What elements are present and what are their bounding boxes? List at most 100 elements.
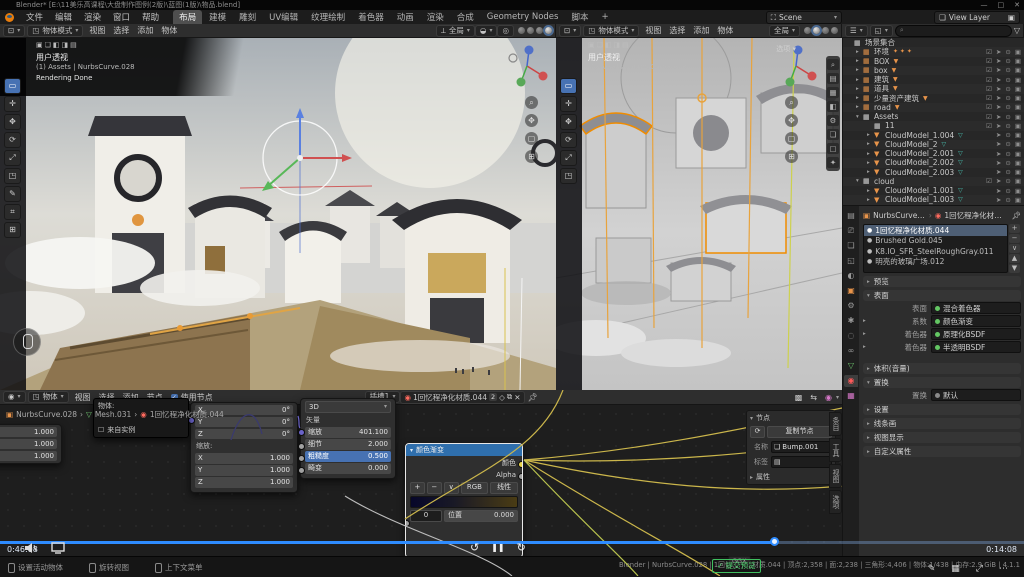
outliner-item-label[interactable]: CloudModel_2.002 (885, 158, 954, 167)
expand-arrow-icon[interactable]: ▸ (867, 188, 874, 194)
submit-preview-badge[interactable]: ✓ 提交预览 (712, 559, 761, 573)
outliner-row[interactable]: ▦ 11 ☑ ➤ ⊙ ▣ (843, 121, 1024, 130)
side-tab-icon[interactable]: ✦ (827, 157, 839, 168)
displacement-node-selector[interactable]: 默认 (931, 389, 1021, 401)
tool-button[interactable]: ✛ (560, 96, 577, 112)
tool-button[interactable]: ▭ (560, 78, 577, 94)
material-slot[interactable]: ● Brushed Gold.045 (864, 236, 1007, 247)
outliner-row[interactable]: ▸ ▦ 道具 ▼ ☑ ➤ ⊙ ▣ (843, 84, 1024, 93)
outliner-row[interactable]: ▸ ▼ CloudModel_2.001 ▽ ➤ ⊙ ▣ (843, 149, 1024, 158)
outliner-row[interactable]: ▸ ▼ CloudModel_2.003 ▽ ➤ ⊙ ▣ (843, 168, 1024, 177)
material-slot[interactable]: ● K8.IO_SFR_SteelRoughGray.011 (864, 246, 1007, 257)
properties-tab-icon[interactable]: ⚙ (844, 300, 858, 312)
pin-icon[interactable]: 📌︎ (1011, 211, 1021, 220)
outliner-item-label[interactable]: CloudModel_2.003 (885, 168, 954, 177)
n-panel-tab[interactable]: 工具 (829, 438, 842, 462)
rendered-shading-icon[interactable] (545, 27, 552, 34)
outliner-item-label[interactable]: CloudModel_2 (885, 140, 937, 149)
n-panel-tab[interactable]: 视图 (829, 464, 842, 488)
noise-field[interactable]: 粗糙度0.500 (305, 451, 391, 462)
add-stop-button[interactable]: + (410, 482, 425, 494)
noise-field[interactable]: 细节2.000 (305, 439, 391, 450)
viewport-menu-item[interactable]: 视图 (641, 25, 665, 36)
solid-shading-icon[interactable] (527, 27, 534, 34)
rendered-shading-icon[interactable] (831, 27, 838, 34)
gradient-bar[interactable] (410, 496, 518, 508)
node-name-field[interactable]: ❏ Bump.001 (771, 441, 832, 453)
player-action-icon[interactable]: ▦ (951, 564, 960, 574)
visibility-toggle-icons[interactable]: ➤ ⊙ ▣ (996, 159, 1022, 167)
side-tab-icon[interactable]: ▢ (827, 143, 839, 154)
viewport-mini-icon[interactable]: ▤ (70, 41, 77, 49)
workspace-tab[interactable]: 布局 (173, 10, 202, 24)
viewport-mini-icon[interactable]: ▣ (36, 41, 43, 49)
nav-icon[interactable]: ▢ (525, 132, 538, 145)
menu-item[interactable]: 编辑 (49, 11, 78, 23)
properties-tab-icon[interactable]: ▽ (844, 360, 858, 372)
properties-editor[interactable]: ▤⎚❏◱◐▣⚙✱◌∞▽◉▦ ▣ NurbsCurve.028 › ◉ 1回忆程净… (842, 205, 1024, 557)
shading-mode-switch[interactable] (804, 27, 838, 34)
viewport-menu-item[interactable]: 物体 (157, 25, 181, 36)
visibility-toggle-icons[interactable]: ☑ ➤ ⊙ ▣ (986, 57, 1022, 65)
visibility-toggle-icons[interactable]: ➤ ⊙ ▣ (996, 187, 1022, 195)
expand-arrow-icon[interactable]: ▸ (863, 331, 871, 337)
expand-arrow-icon[interactable]: ▸ (867, 160, 874, 166)
displacement-panel-header[interactable]: ▾置换 (863, 377, 1021, 388)
expand-arrow-icon[interactable]: ▾ (856, 178, 863, 184)
outliner-item-label[interactable]: CloudModel_1.004 (885, 131, 954, 140)
node-label-field[interactable]: ▤ (771, 456, 832, 468)
side-tab-icon[interactable]: ▤ (827, 73, 839, 84)
side-tab-icon[interactable]: ▦ (827, 87, 839, 98)
pin-icon[interactable]: 📌︎ (528, 393, 538, 402)
viewport-mini-icon[interactable]: ◧ (53, 41, 60, 49)
scale-field[interactable]: X1.000 (195, 453, 293, 464)
visibility-toggle-icons[interactable]: ➤ ⊙ ▣ (996, 196, 1022, 204)
visibility-toggle-icons[interactable]: ☑ ➤ ⊙ ▣ (986, 66, 1022, 74)
outliner-item-label[interactable]: Assets (874, 112, 898, 121)
workspace-tab[interactable]: Geometry Nodes (481, 11, 565, 23)
visibility-toggle-icons[interactable]: ☑ ➤ ⊙ ▣ (986, 103, 1022, 111)
viewport-right[interactable]: ▣❏◧◨▤ 用户透视 (1) Assets | NurbsCurve.028 选… (556, 38, 842, 390)
new-copy-icon[interactable]: ⧉ (507, 392, 512, 402)
editor-type-dropdown[interactable]: ⊡▾ (559, 25, 581, 37)
outliner[interactable]: ▦ 场景集合 ▸ ▦ 环境 ✦ ✦ ✦ ☑ ➤ ⊙ ▣ ▸ ▦ BOX ▼ ☑ … (842, 38, 1024, 205)
properties-tab-icon[interactable]: ⎚ (844, 225, 858, 237)
menu-item[interactable]: 渲染 (78, 11, 107, 23)
shading-mode-switch[interactable] (518, 27, 552, 34)
expand-arrow-icon[interactable]: ▸ (867, 151, 874, 157)
snap-toggle[interactable]: ◒▾ (475, 25, 498, 37)
expand-arrow-icon[interactable]: ▸ (863, 318, 871, 324)
workspace-tab[interactable]: 合成 (451, 10, 480, 24)
tool-button[interactable]: ⟳ (4, 132, 21, 148)
shader-node-selector[interactable]: 原理化BSDF (931, 328, 1021, 340)
viewport-mini-icon[interactable]: ❏ (45, 41, 51, 49)
slot-action-button[interactable]: + (1009, 224, 1020, 233)
workspace-tab[interactable]: UV编辑 (263, 10, 304, 24)
viewport-menu-item[interactable]: 视图 (85, 25, 109, 36)
close-button[interactable]: ✕ (1014, 0, 1020, 10)
ramp-options-button[interactable]: ∨ (444, 482, 459, 494)
wireframe-shading-icon[interactable] (518, 27, 525, 34)
stop-position-field[interactable]: 位置0.000 (444, 510, 518, 522)
outliner-row[interactable]: ▸ ▼ CloudModel_1.001 ▽ ➤ ⊙ ▣ (843, 186, 1024, 195)
outliner-row[interactable]: ▸ ▦ 环境 ✦ ✦ ✦ ☑ ➤ ⊙ ▣ (843, 47, 1024, 56)
side-tab-icon[interactable]: ◧ (827, 101, 839, 112)
viewport-menu-item[interactable]: 添加 (133, 25, 157, 36)
scale-field[interactable]: Z1.000 (195, 477, 293, 488)
workspace-tab[interactable]: 着色器 (352, 10, 390, 24)
stop-index-field[interactable]: 0 (410, 510, 442, 522)
nav-icon[interactable]: ✥ (525, 114, 538, 127)
noise-field[interactable]: 畸变0.000 (305, 463, 391, 474)
closed-panel-header[interactable]: ▸线条画 (863, 418, 1021, 429)
nav-icon[interactable]: ⊞ (525, 150, 538, 163)
outliner-item-label[interactable]: 11 (885, 121, 895, 130)
from-instancer-checkbox[interactable]: ☐ 来自实例 (98, 425, 184, 435)
properties-tab-icon[interactable]: ∞ (844, 345, 858, 357)
duplicate-node-button[interactable]: 复制节点 (767, 426, 832, 438)
viewport-mini-icon[interactable]: ▤ (622, 41, 629, 49)
properties-tab-icon[interactable]: ◉ (844, 375, 858, 387)
user-count-badge[interactable]: 2 (489, 393, 497, 401)
maximize-button[interactable]: □ (998, 0, 1005, 10)
outliner-row[interactable]: ▸ ▼ CloudModel_1.003 ▽ ➤ ⊙ ▣ (843, 195, 1024, 204)
blender-logo-icon[interactable] (5, 13, 14, 22)
